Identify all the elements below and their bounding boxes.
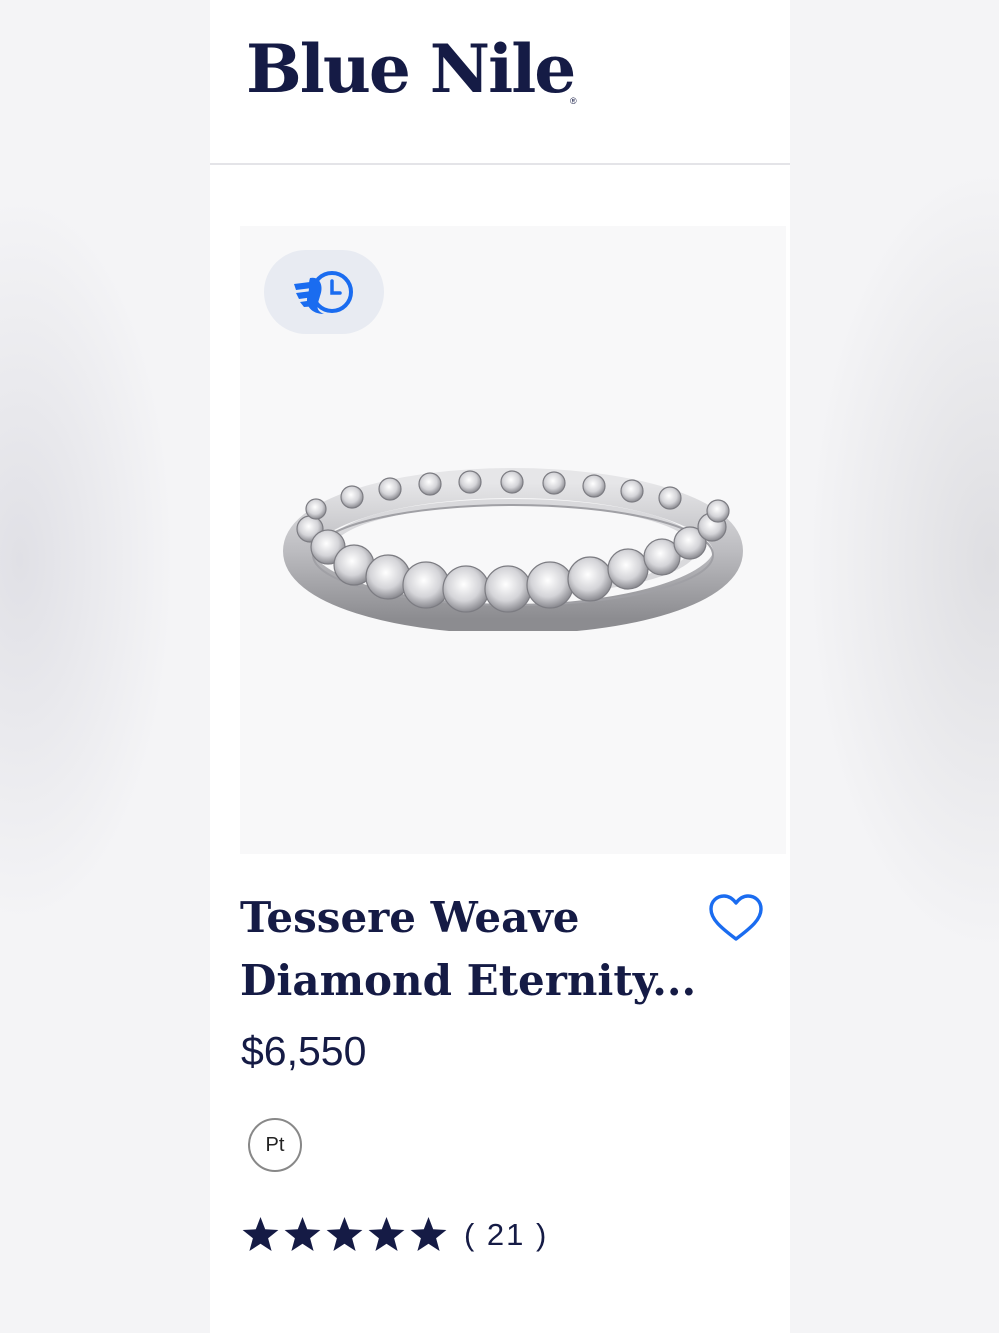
star-icon xyxy=(368,1217,405,1251)
product-panel: Blue Nile ® Tessere Weave Diamond Eterni… xyxy=(210,0,790,1333)
site-header: Blue Nile ® xyxy=(210,0,790,165)
product-title-line-1[interactable]: Tessere Weave xyxy=(240,886,710,949)
metal-option-platinum[interactable]: Pt xyxy=(248,1118,302,1172)
star-icon xyxy=(242,1217,279,1251)
star-icon xyxy=(326,1217,363,1251)
fast-shipping-icon xyxy=(294,271,353,314)
star-icon xyxy=(284,1217,321,1251)
product-title[interactable]: Tessere Weave Diamond Eternity... xyxy=(240,886,710,1012)
star-icon xyxy=(410,1217,447,1251)
product-title-line-2[interactable]: Diamond Eternity... xyxy=(240,949,710,1012)
product-image-area[interactable] xyxy=(240,226,786,854)
heart-outline-icon[interactable] xyxy=(708,894,764,944)
product-price: $6,550 xyxy=(241,1028,367,1074)
fast-shipping-badge[interactable] xyxy=(264,250,384,334)
review-count[interactable]: ( 21 ) xyxy=(464,1217,548,1253)
brand-logo[interactable]: Blue Nile xyxy=(246,36,576,102)
registered-mark: ® xyxy=(570,96,577,106)
rating-stars xyxy=(240,1215,450,1255)
eternity-ring-image xyxy=(283,468,743,631)
product-rating[interactable]: ( 21 ) xyxy=(240,1210,548,1260)
